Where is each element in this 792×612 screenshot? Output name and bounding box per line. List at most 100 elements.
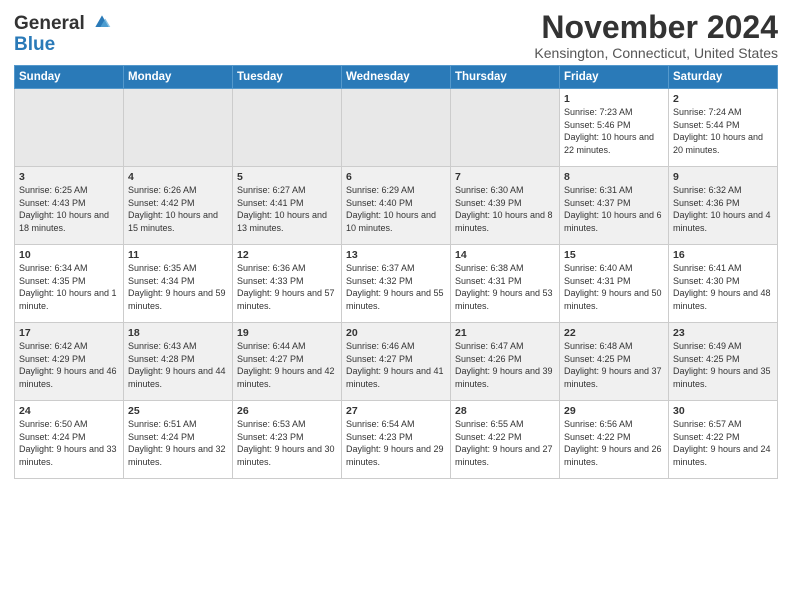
- calendar-cell: 23Sunrise: 6:49 AM Sunset: 4:25 PM Dayli…: [669, 323, 778, 401]
- calendar-cell: 20Sunrise: 6:46 AM Sunset: 4:27 PM Dayli…: [342, 323, 451, 401]
- calendar-cell: 16Sunrise: 6:41 AM Sunset: 4:30 PM Dayli…: [669, 245, 778, 323]
- day-number: 1: [564, 93, 664, 105]
- day-info: Sunrise: 6:46 AM Sunset: 4:27 PM Dayligh…: [346, 340, 446, 390]
- day-number: 8: [564, 171, 664, 183]
- calendar-week-row: 3Sunrise: 6:25 AM Sunset: 4:43 PM Daylig…: [15, 167, 778, 245]
- day-number: 22: [564, 327, 664, 339]
- calendar-cell: 17Sunrise: 6:42 AM Sunset: 4:29 PM Dayli…: [15, 323, 124, 401]
- calendar-cell: 13Sunrise: 6:37 AM Sunset: 4:32 PM Dayli…: [342, 245, 451, 323]
- calendar-cell: 30Sunrise: 6:57 AM Sunset: 4:22 PM Dayli…: [669, 401, 778, 479]
- month-title: November 2024: [534, 10, 778, 45]
- calendar-cell: 3Sunrise: 6:25 AM Sunset: 4:43 PM Daylig…: [15, 167, 124, 245]
- calendar-cell: [451, 89, 560, 167]
- day-number: 5: [237, 171, 337, 183]
- day-number: 11: [128, 249, 228, 261]
- day-info: Sunrise: 6:42 AM Sunset: 4:29 PM Dayligh…: [19, 340, 119, 390]
- calendar-cell: 5Sunrise: 6:27 AM Sunset: 4:41 PM Daylig…: [233, 167, 342, 245]
- logo-blue: Blue: [14, 35, 112, 56]
- calendar-cell: 12Sunrise: 6:36 AM Sunset: 4:33 PM Dayli…: [233, 245, 342, 323]
- weekday-header-saturday: Saturday: [669, 66, 778, 89]
- day-info: Sunrise: 6:55 AM Sunset: 4:22 PM Dayligh…: [455, 418, 555, 468]
- day-info: Sunrise: 6:49 AM Sunset: 4:25 PM Dayligh…: [673, 340, 773, 390]
- weekday-header-tuesday: Tuesday: [233, 66, 342, 89]
- day-number: 27: [346, 405, 446, 417]
- day-info: Sunrise: 6:41 AM Sunset: 4:30 PM Dayligh…: [673, 262, 773, 312]
- day-info: Sunrise: 6:43 AM Sunset: 4:28 PM Dayligh…: [128, 340, 228, 390]
- day-info: Sunrise: 7:23 AM Sunset: 5:46 PM Dayligh…: [564, 106, 664, 156]
- title-block: November 2024 Kensington, Connecticut, U…: [534, 10, 778, 61]
- day-info: Sunrise: 6:47 AM Sunset: 4:26 PM Dayligh…: [455, 340, 555, 390]
- calendar-cell: 27Sunrise: 6:54 AM Sunset: 4:23 PM Dayli…: [342, 401, 451, 479]
- day-number: 14: [455, 249, 555, 261]
- calendar-cell: 4Sunrise: 6:26 AM Sunset: 4:42 PM Daylig…: [124, 167, 233, 245]
- day-info: Sunrise: 6:48 AM Sunset: 4:25 PM Dayligh…: [564, 340, 664, 390]
- day-number: 28: [455, 405, 555, 417]
- calendar-week-row: 17Sunrise: 6:42 AM Sunset: 4:29 PM Dayli…: [15, 323, 778, 401]
- day-number: 3: [19, 171, 119, 183]
- calendar-cell: 2Sunrise: 7:24 AM Sunset: 5:44 PM Daylig…: [669, 89, 778, 167]
- day-number: 24: [19, 405, 119, 417]
- calendar-cell: 18Sunrise: 6:43 AM Sunset: 4:28 PM Dayli…: [124, 323, 233, 401]
- day-info: Sunrise: 6:32 AM Sunset: 4:36 PM Dayligh…: [673, 184, 773, 234]
- day-info: Sunrise: 6:37 AM Sunset: 4:32 PM Dayligh…: [346, 262, 446, 312]
- day-info: Sunrise: 6:27 AM Sunset: 4:41 PM Dayligh…: [237, 184, 337, 234]
- calendar-cell: 22Sunrise: 6:48 AM Sunset: 4:25 PM Dayli…: [560, 323, 669, 401]
- day-number: 23: [673, 327, 773, 339]
- day-info: Sunrise: 6:54 AM Sunset: 4:23 PM Dayligh…: [346, 418, 446, 468]
- day-info: Sunrise: 6:31 AM Sunset: 4:37 PM Dayligh…: [564, 184, 664, 234]
- header: General Blue November 2024 Kensington, C…: [14, 10, 778, 61]
- calendar-week-row: 24Sunrise: 6:50 AM Sunset: 4:24 PM Dayli…: [15, 401, 778, 479]
- calendar-cell: 25Sunrise: 6:51 AM Sunset: 4:24 PM Dayli…: [124, 401, 233, 479]
- day-number: 4: [128, 171, 228, 183]
- day-info: Sunrise: 6:29 AM Sunset: 4:40 PM Dayligh…: [346, 184, 446, 234]
- day-number: 17: [19, 327, 119, 339]
- calendar-cell: [342, 89, 451, 167]
- calendar-cell: 7Sunrise: 6:30 AM Sunset: 4:39 PM Daylig…: [451, 167, 560, 245]
- calendar-week-row: 10Sunrise: 6:34 AM Sunset: 4:35 PM Dayli…: [15, 245, 778, 323]
- day-info: Sunrise: 6:25 AM Sunset: 4:43 PM Dayligh…: [19, 184, 119, 234]
- calendar-cell: 15Sunrise: 6:40 AM Sunset: 4:31 PM Dayli…: [560, 245, 669, 323]
- day-number: 6: [346, 171, 446, 183]
- calendar-table: SundayMondayTuesdayWednesdayThursdayFrid…: [14, 65, 778, 479]
- calendar-cell: 29Sunrise: 6:56 AM Sunset: 4:22 PM Dayli…: [560, 401, 669, 479]
- day-info: Sunrise: 6:56 AM Sunset: 4:22 PM Dayligh…: [564, 418, 664, 468]
- day-info: Sunrise: 6:57 AM Sunset: 4:22 PM Dayligh…: [673, 418, 773, 468]
- calendar-cell: 9Sunrise: 6:32 AM Sunset: 4:36 PM Daylig…: [669, 167, 778, 245]
- day-info: Sunrise: 6:35 AM Sunset: 4:34 PM Dayligh…: [128, 262, 228, 312]
- day-number: 30: [673, 405, 773, 417]
- day-number: 12: [237, 249, 337, 261]
- calendar-cell: 8Sunrise: 6:31 AM Sunset: 4:37 PM Daylig…: [560, 167, 669, 245]
- day-number: 18: [128, 327, 228, 339]
- day-number: 25: [128, 405, 228, 417]
- day-number: 20: [346, 327, 446, 339]
- page-container: General Blue November 2024 Kensington, C…: [0, 0, 792, 487]
- weekday-header-thursday: Thursday: [451, 66, 560, 89]
- logo: General Blue: [14, 14, 112, 56]
- calendar-cell: [15, 89, 124, 167]
- calendar-cell: 1Sunrise: 7:23 AM Sunset: 5:46 PM Daylig…: [560, 89, 669, 167]
- day-number: 19: [237, 327, 337, 339]
- day-info: Sunrise: 6:38 AM Sunset: 4:31 PM Dayligh…: [455, 262, 555, 312]
- calendar-cell: 21Sunrise: 6:47 AM Sunset: 4:26 PM Dayli…: [451, 323, 560, 401]
- day-info: Sunrise: 6:36 AM Sunset: 4:33 PM Dayligh…: [237, 262, 337, 312]
- day-number: 10: [19, 249, 119, 261]
- day-info: Sunrise: 6:44 AM Sunset: 4:27 PM Dayligh…: [237, 340, 337, 390]
- day-number: 29: [564, 405, 664, 417]
- day-info: Sunrise: 6:53 AM Sunset: 4:23 PM Dayligh…: [237, 418, 337, 468]
- weekday-header-monday: Monday: [124, 66, 233, 89]
- day-info: Sunrise: 7:24 AM Sunset: 5:44 PM Dayligh…: [673, 106, 773, 156]
- day-info: Sunrise: 6:34 AM Sunset: 4:35 PM Dayligh…: [19, 262, 119, 312]
- location: Kensington, Connecticut, United States: [534, 45, 778, 61]
- day-number: 13: [346, 249, 446, 261]
- weekday-header-sunday: Sunday: [15, 66, 124, 89]
- day-info: Sunrise: 6:51 AM Sunset: 4:24 PM Dayligh…: [128, 418, 228, 468]
- calendar-cell: 28Sunrise: 6:55 AM Sunset: 4:22 PM Dayli…: [451, 401, 560, 479]
- calendar-cell: 10Sunrise: 6:34 AM Sunset: 4:35 PM Dayli…: [15, 245, 124, 323]
- calendar-cell: 6Sunrise: 6:29 AM Sunset: 4:40 PM Daylig…: [342, 167, 451, 245]
- calendar-cell: 19Sunrise: 6:44 AM Sunset: 4:27 PM Dayli…: [233, 323, 342, 401]
- calendar-cell: 26Sunrise: 6:53 AM Sunset: 4:23 PM Dayli…: [233, 401, 342, 479]
- calendar-cell: 24Sunrise: 6:50 AM Sunset: 4:24 PM Dayli…: [15, 401, 124, 479]
- day-number: 9: [673, 171, 773, 183]
- logo-icon: [92, 12, 112, 32]
- day-info: Sunrise: 6:26 AM Sunset: 4:42 PM Dayligh…: [128, 184, 228, 234]
